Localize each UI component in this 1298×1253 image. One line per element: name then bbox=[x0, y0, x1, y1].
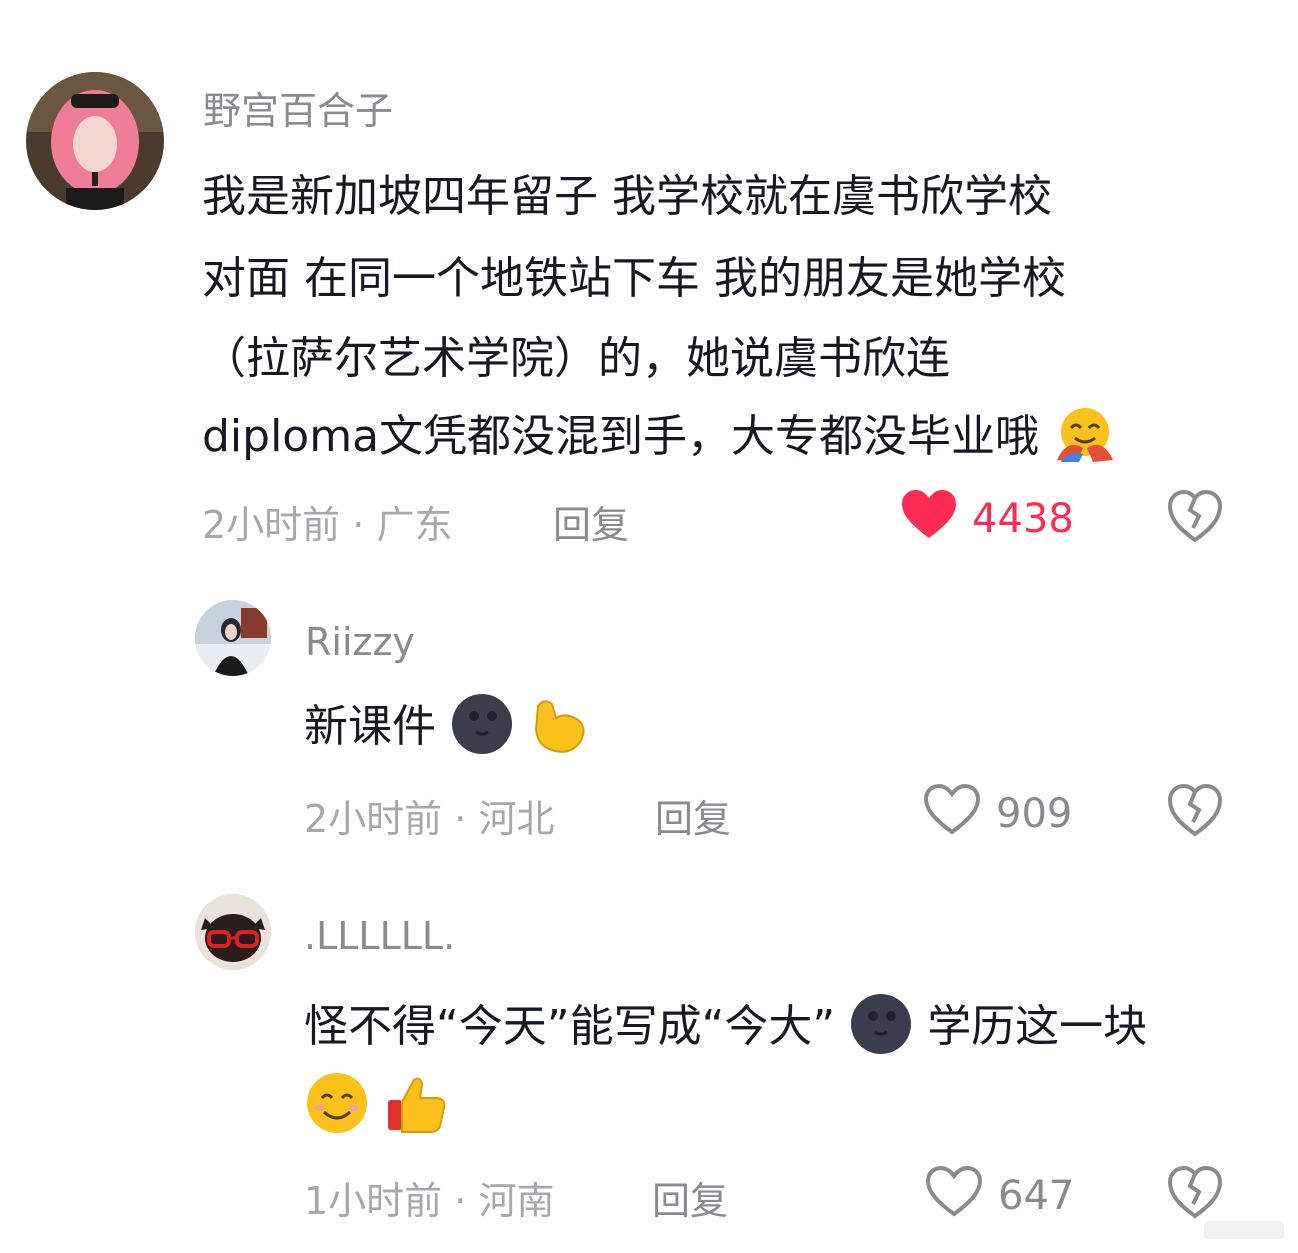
comment-text-line-4: diploma文凭都没混到手，大专都没毕业哦 bbox=[202, 400, 1117, 477]
comment-text-line-1: 怪不得“今天”能写成“今大” 学历这一块 bbox=[304, 990, 1147, 1067]
comment-time: 1小时前 bbox=[304, 1179, 443, 1223]
broken-heart-icon bbox=[1167, 489, 1223, 543]
comment-text-line-2: 对面 在同一个地铁站下车 我的朋友是她学校 bbox=[202, 253, 1066, 304]
avatar[interactable] bbox=[26, 72, 164, 210]
heart-outline-icon bbox=[924, 1164, 984, 1228]
like-count: 4438 bbox=[972, 496, 1074, 542]
comment-meta: 2小时前 · 广东 bbox=[202, 494, 452, 549]
avatar[interactable] bbox=[195, 894, 271, 970]
smiling-face-emoji bbox=[304, 1070, 370, 1147]
comment-location: 河北 bbox=[478, 797, 555, 841]
comment-text-line-4-text: diploma文凭都没混到手，大专都没毕业哦 bbox=[202, 411, 1040, 462]
reply-button[interactable]: 回复 bbox=[553, 494, 629, 549]
reply-button[interactable]: 回复 bbox=[652, 1170, 728, 1225]
comment-text-line-3: （拉萨尔艺术学院）的，她说虞书欣连 bbox=[202, 333, 950, 384]
like-count: 647 bbox=[998, 1173, 1075, 1219]
comment-item: .LLLLLL. 怪不得“今天”能写成“今大” 学历这一块 1小时前 · 河南 … bbox=[0, 880, 1298, 1253]
dislike-button[interactable] bbox=[1166, 488, 1224, 548]
comment-meta: 2小时前 · 河北 bbox=[304, 788, 554, 843]
comment-text: 新课件 bbox=[304, 690, 592, 767]
dislike-button[interactable] bbox=[1166, 1164, 1224, 1224]
comment-username[interactable]: .LLLLLL. bbox=[304, 914, 455, 958]
like-button[interactable]: 909 bbox=[922, 782, 1072, 846]
comment-text-line-1-content: 怪不得“今天”能写成“今大” bbox=[304, 1001, 836, 1052]
comment-text-line-1: 我是新加坡四年留子 我学校就在虞书欣学校 bbox=[202, 171, 1052, 222]
comment-text-line-1-tail: 学历这一块 bbox=[927, 1001, 1148, 1052]
comment-username[interactable]: 野宫百合子 bbox=[203, 80, 393, 135]
new-moon-face-emoji bbox=[450, 692, 514, 767]
comment-location: 河南 bbox=[478, 1179, 555, 1223]
watermark bbox=[1204, 1221, 1284, 1239]
avatar-image bbox=[26, 72, 164, 210]
avatar[interactable] bbox=[195, 600, 271, 676]
new-moon-face-emoji bbox=[849, 992, 913, 1067]
reply-button[interactable]: 回复 bbox=[655, 788, 731, 843]
comment-time: 2小时前 bbox=[304, 797, 443, 841]
comment-location: 广东 bbox=[376, 503, 453, 547]
comment-meta: 1小时前 · 河南 bbox=[304, 1170, 554, 1225]
comment-item: 野宫百合子 我是新加坡四年留子 我学校就在虞书欣学校 对面 在同一个地铁站下车 … bbox=[0, 0, 1298, 560]
comment-text-content: 新课件 bbox=[304, 701, 436, 752]
like-button[interactable]: 4438 bbox=[900, 488, 1074, 550]
flexed-biceps-emoji bbox=[528, 692, 592, 767]
meta-separator: · bbox=[442, 1179, 479, 1223]
comment-item: Riizzy 新课件 2小时前 · 河北 回复 909 bbox=[0, 580, 1298, 880]
thumbs-up-emoji bbox=[384, 1070, 450, 1147]
comment-time: 2小时前 bbox=[202, 503, 341, 547]
like-button[interactable]: 647 bbox=[924, 1164, 1074, 1228]
meta-separator: · bbox=[442, 797, 479, 841]
avatar-image bbox=[195, 600, 271, 676]
avatar-image bbox=[195, 894, 271, 970]
broken-heart-icon bbox=[1167, 783, 1223, 837]
hugging-face-emoji bbox=[1053, 402, 1117, 477]
dislike-button[interactable] bbox=[1166, 782, 1224, 842]
comment-text-line-2 bbox=[304, 1070, 450, 1147]
heart-filled-icon bbox=[900, 488, 958, 550]
comment-username[interactable]: Riizzy bbox=[305, 620, 415, 664]
heart-outline-icon bbox=[922, 782, 982, 846]
like-count: 909 bbox=[996, 791, 1073, 837]
meta-separator: · bbox=[340, 503, 377, 547]
broken-heart-icon bbox=[1167, 1165, 1223, 1219]
